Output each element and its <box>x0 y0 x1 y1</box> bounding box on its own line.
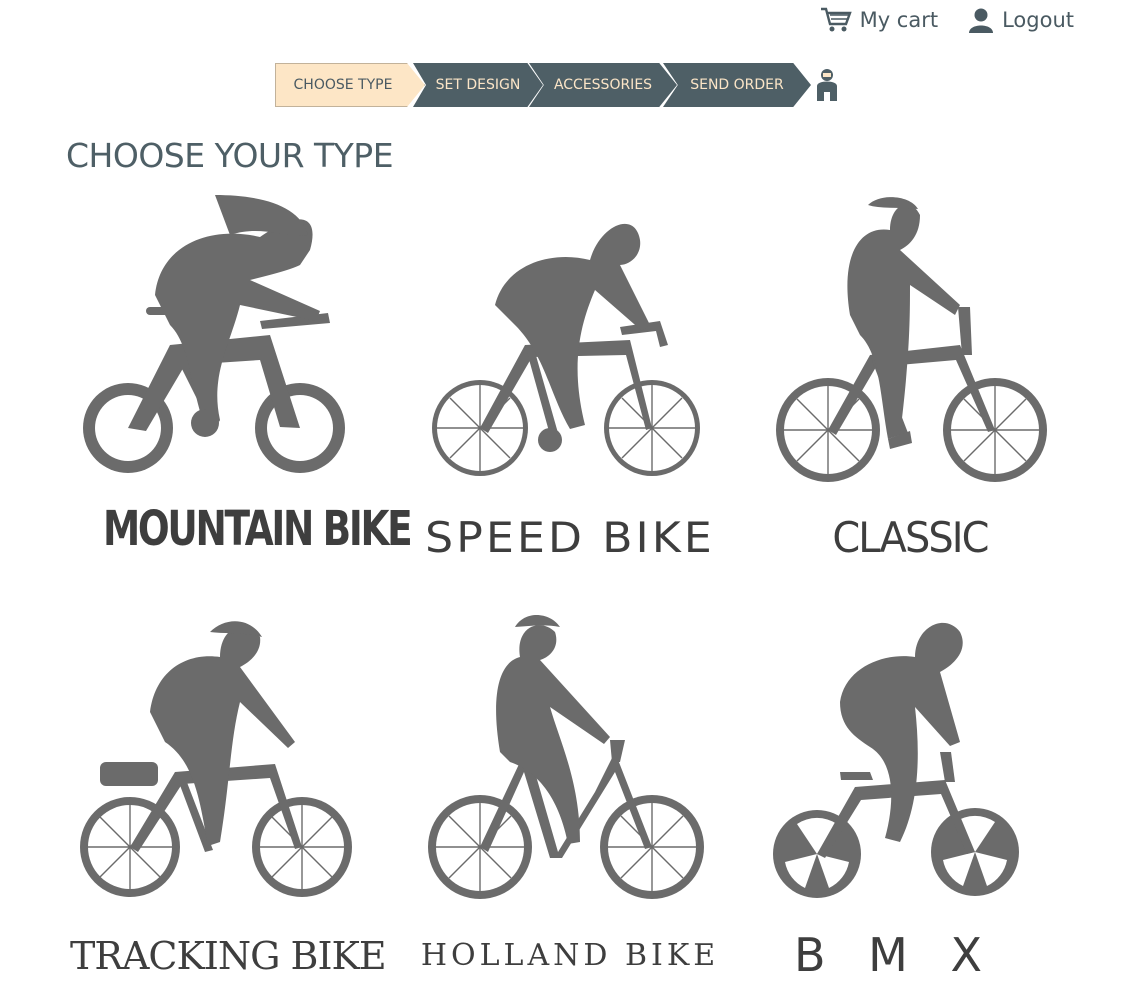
bike-type-label: B M X <box>793 928 996 982</box>
step-set-design[interactable]: SET DESIGN <box>413 63 543 107</box>
my-cart-label: My cart <box>859 8 939 32</box>
classic-bike-rider-icon <box>776 197 1047 482</box>
step-label: SET DESIGN <box>435 77 521 93</box>
bike-type-label: CLASSIC <box>832 513 989 562</box>
my-cart-link[interactable]: My cart <box>820 6 939 34</box>
tracking-bike-rider-icon <box>80 621 352 897</box>
step-label: ACCESSORIES <box>553 77 653 93</box>
header-links: My cart Logout <box>820 6 1074 34</box>
user-icon <box>968 7 994 33</box>
bike-type-holland[interactable]: HOLLAND BIKE <box>420 612 720 973</box>
bike-type-speed[interactable]: SPEED BIKE <box>420 195 720 562</box>
cart-icon <box>820 6 852 34</box>
bike-type-label: TRACKING BIKE <box>70 934 387 978</box>
speed-bike-rider-icon <box>432 223 700 476</box>
holland-bike-rider-icon <box>428 614 704 899</box>
bike-type-classic[interactable]: CLASSIC <box>760 195 1060 562</box>
step-choose-type[interactable]: CHOOSE TYPE <box>275 63 425 107</box>
bike-type-tracking[interactable]: TRACKING BIKE <box>70 612 387 978</box>
step-accessories[interactable]: ACCESSORIES <box>529 63 677 107</box>
logout-label: Logout <box>1002 8 1074 32</box>
bike-type-label: SPEED BIKE <box>425 513 715 562</box>
bike-type-mountain[interactable]: MOUNTAIN BIKE <box>70 195 413 557</box>
bmx-rider-icon <box>773 622 1019 898</box>
page-title: CHOOSE YOUR TYPE <box>66 136 394 175</box>
bike-type-label: HOLLAND BIKE <box>420 938 720 973</box>
support-person-icon[interactable] <box>815 68 839 102</box>
bike-type-bmx[interactable]: B M X <box>745 612 1045 982</box>
step-send-order[interactable]: SEND ORDER <box>663 63 811 107</box>
step-label: CHOOSE TYPE <box>293 77 393 93</box>
bike-type-label: MOUNTAIN BIKE <box>103 501 413 557</box>
order-steps: CHOOSE TYPE SET DESIGN ACCESSORIES SEND … <box>275 62 839 108</box>
logout-link[interactable]: Logout <box>968 7 1074 33</box>
mountain-bike-rider-icon <box>83 195 345 473</box>
step-label: SEND ORDER <box>690 77 784 93</box>
